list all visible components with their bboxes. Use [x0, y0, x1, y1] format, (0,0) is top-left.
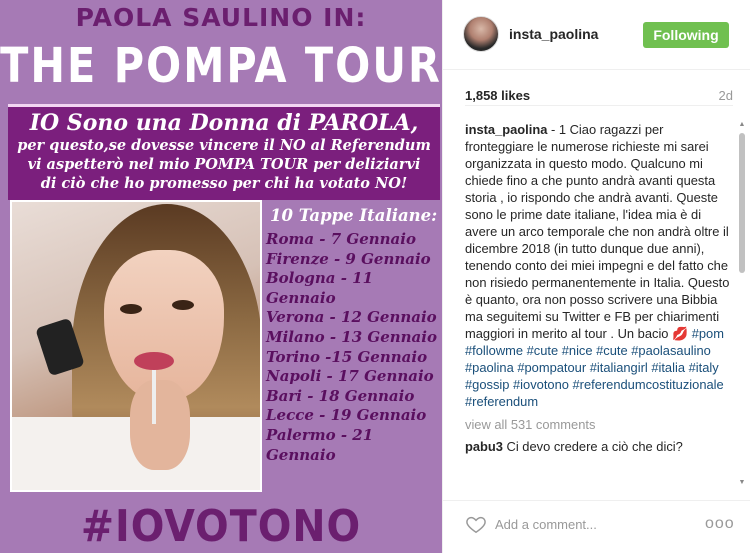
list-item: pabu3 Ci devo credere a ciò che dici? [465, 438, 733, 455]
photo-hand [130, 380, 190, 470]
tour-dates: 10 Tappe Italiane: Roma - 7 Gennaio Fire… [266, 204, 442, 465]
tour-date-row: Napoli - 17 Gennaio [266, 367, 434, 386]
image-banner: IO Sono una Donna di PAROLA, per questo,… [8, 104, 440, 200]
comment-username[interactable]: pabu3 [465, 439, 503, 454]
post-sidebar: insta_paolina Following 1,858 likes 2d i… [442, 0, 750, 553]
header-username[interactable]: insta_paolina [509, 26, 598, 42]
comments-scrollbar[interactable]: ▲ ▼ [737, 121, 747, 487]
photo-eye [172, 300, 194, 310]
tour-date-row: Verona - 12 Gennaio [266, 308, 437, 327]
following-button[interactable]: Following [643, 22, 729, 48]
tour-date-row: Palermo - 21 Gennaio [266, 425, 374, 464]
more-options-icon[interactable]: ooo [705, 513, 734, 535]
post-image: PAOLA SAULINO IN: THE POMPA TOUR IO Sono… [0, 0, 442, 553]
tour-date-row: Roma - 7 Gennaio [266, 230, 416, 248]
photo-lollipop-stick [152, 364, 156, 424]
banner-line: di ciò che ho promesso per chi ha votato… [40, 175, 408, 192]
tour-dates-title: 10 Tappe Italiane: [270, 206, 438, 225]
banner-headline: IO Sono una Donna di PAROLA, [29, 110, 419, 136]
post-age[interactable]: 2d [719, 88, 733, 103]
tour-date-row: Bologna - 11 Gennaio [266, 269, 374, 307]
scroll-thumb[interactable] [739, 133, 745, 273]
tour-date-row: Bari - 18 Gennaio [266, 386, 415, 405]
scroll-up-arrow-icon[interactable]: ▲ [738, 121, 746, 129]
banner-line: per questo,se dovesse vincere il NO al R… [17, 137, 431, 154]
photo-face [104, 250, 224, 400]
caption-comment: insta_paolina - 1 Ciao ragazzi per front… [465, 121, 733, 410]
post-header: insta_paolina Following [443, 0, 750, 70]
photo-lips [134, 352, 174, 370]
view-all-comments-link[interactable]: view all 531 comments [465, 416, 733, 433]
add-comment-input[interactable] [495, 513, 695, 535]
photo-eye [120, 304, 142, 314]
likes-count[interactable]: 1,858 likes [465, 88, 530, 103]
banner-line: vi aspetterò nel mio POMPA TOUR per deli… [27, 156, 421, 173]
tour-date-row: Milano - 13 Gennaio [266, 327, 437, 346]
tour-date-row: Firenze - 9 Gennaio [266, 249, 431, 268]
avatar[interactable] [463, 16, 499, 52]
tour-date-row: Lecce - 19 Gennaio [266, 406, 427, 425]
comment-text: Ci devo credere a ciò che dici? [502, 439, 683, 454]
caption-username[interactable]: insta_paolina [465, 122, 547, 137]
scroll-down-arrow-icon[interactable]: ▼ [738, 479, 746, 487]
comments-list: insta_paolina - 1 Ciao ragazzi per front… [465, 121, 733, 501]
tour-date-row: Torino -15 Gennaio [266, 347, 428, 366]
image-header-line2: THE POMPA TOUR [0, 36, 442, 94]
selfie-photo [10, 200, 262, 492]
comment-footer: ooo [443, 500, 750, 553]
image-hashtag: #IOVOTONO [80, 501, 362, 552]
likes-row: 1,858 likes 2d [465, 88, 733, 106]
heart-icon[interactable] [465, 513, 487, 535]
caption-text: - 1 Ciao ragazzi per fronteggiare le num… [465, 122, 730, 341]
